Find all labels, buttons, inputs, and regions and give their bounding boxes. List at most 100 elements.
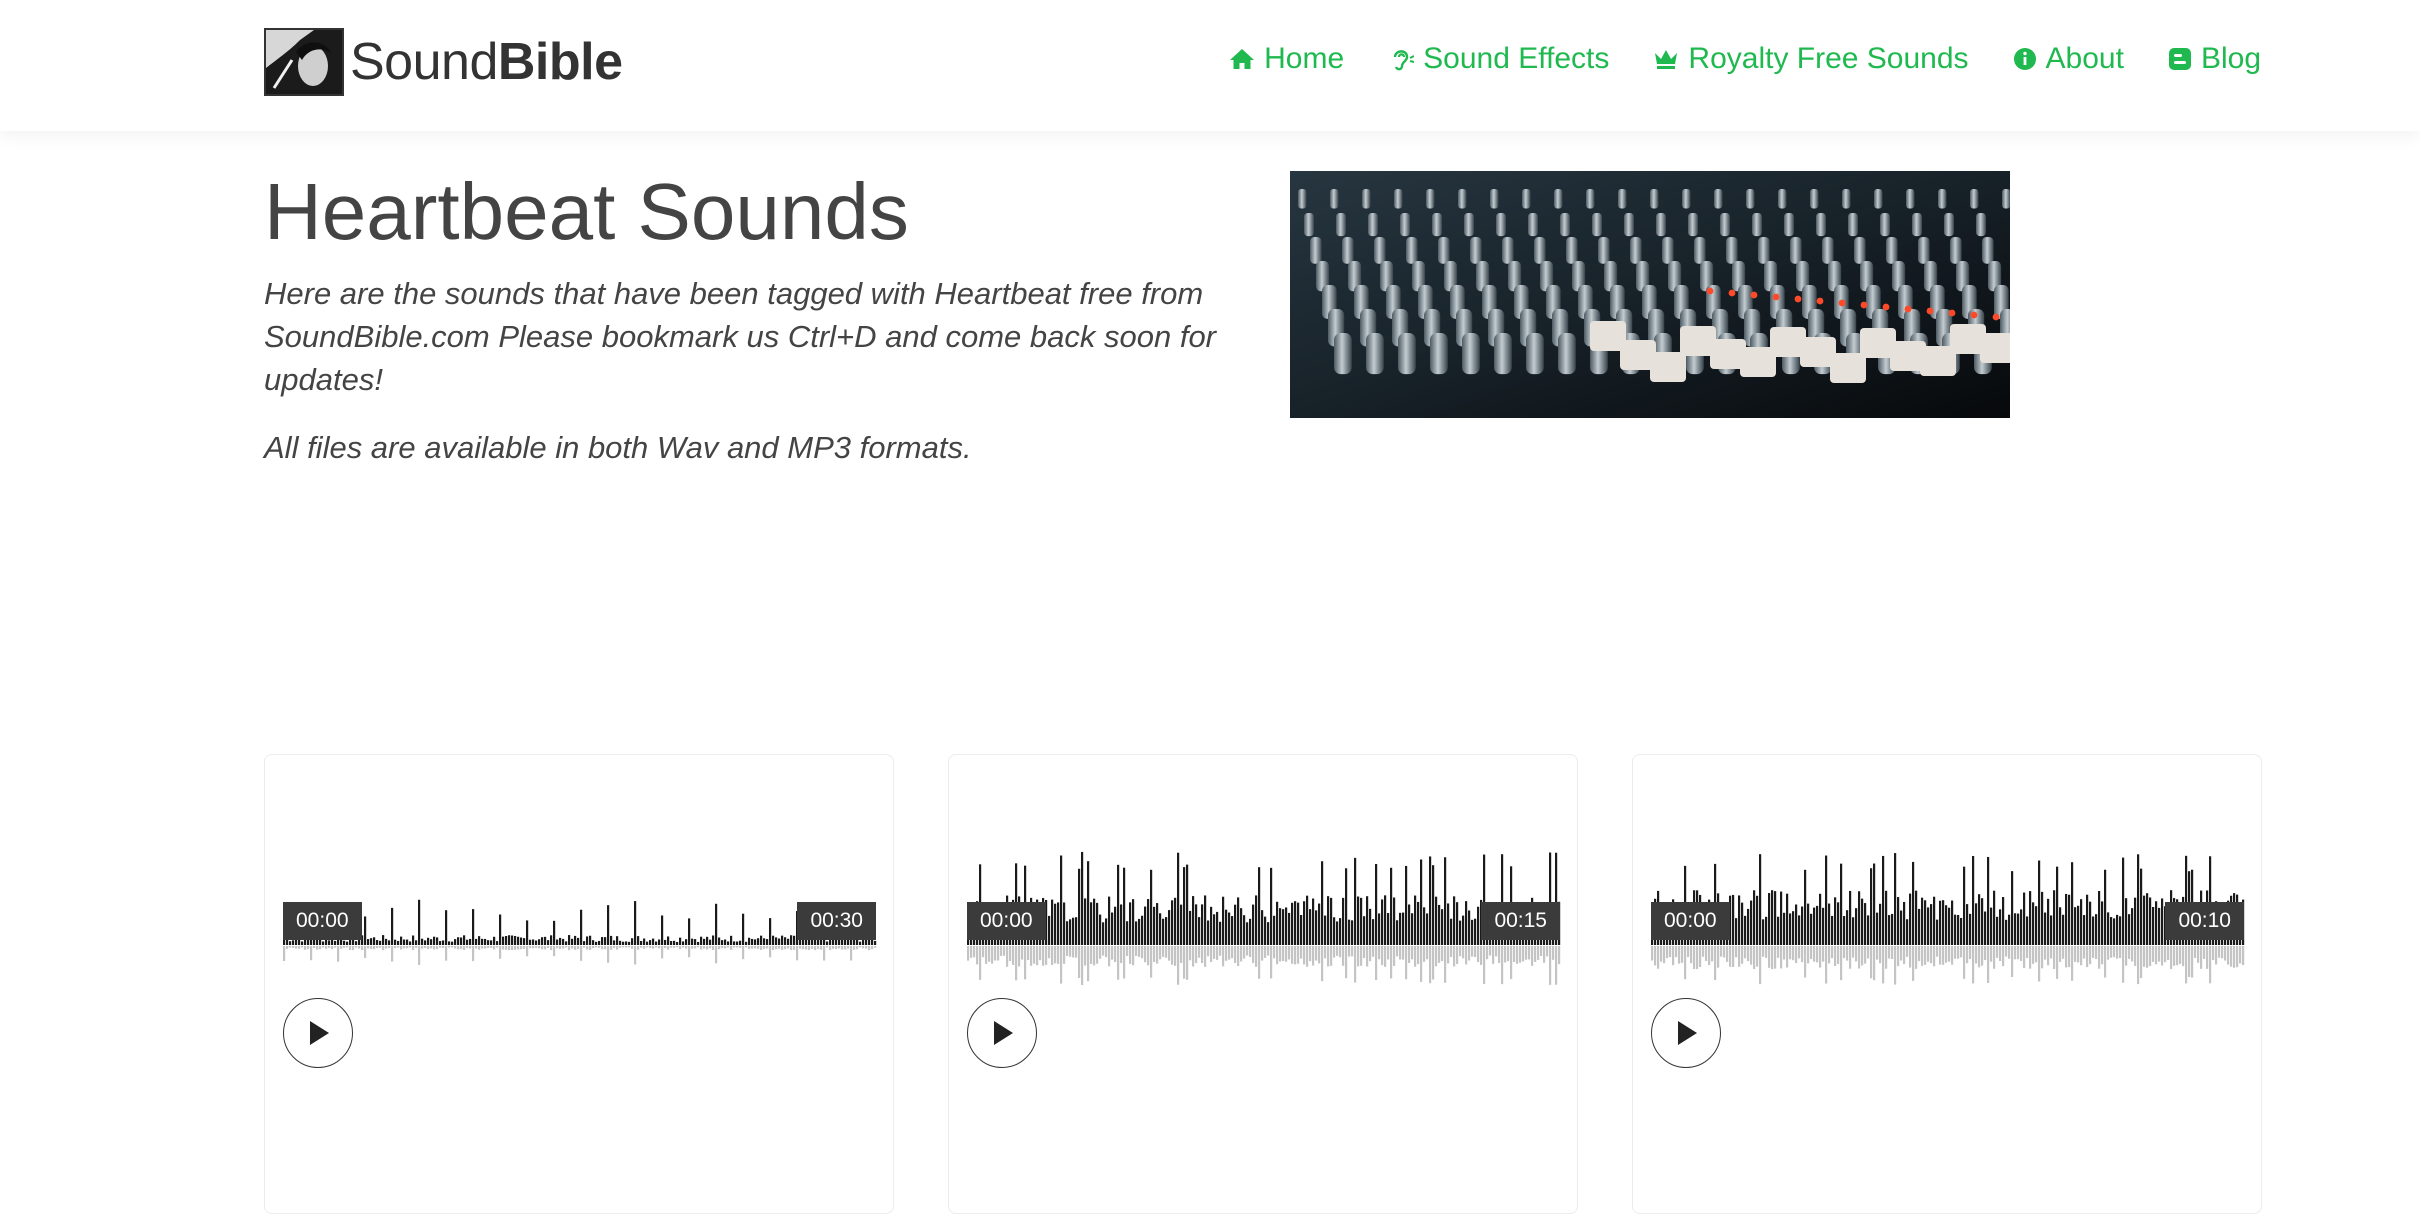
waveform-bar [2089, 901, 2092, 945]
waveform-reflection-bar [1075, 946, 1078, 958]
nav-blog[interactable]: Blog [2168, 42, 2261, 76]
play-button[interactable] [1651, 998, 1721, 1068]
nav-about[interactable]: About [2013, 42, 2124, 76]
waveform-reflection-bar [997, 946, 1000, 961]
waveform-reflection-bar [1009, 946, 1012, 961]
waveform-reflection-bar [1966, 946, 1969, 964]
waveform-bar [1141, 915, 1144, 945]
waveform-bar [613, 940, 616, 945]
nav-sound-effects[interactable]: Sound Effects [1388, 42, 1609, 76]
waveform-reflection-bar [529, 946, 532, 949]
waveform-reflection-bar [316, 946, 319, 950]
mixer-led [1728, 289, 1736, 297]
waveform-reflection-bar [751, 946, 754, 949]
waveform-bar [541, 937, 544, 945]
waveform-reflection-bar [1519, 946, 1522, 963]
mixer-fader [1980, 333, 2010, 363]
waveform-bar [433, 936, 436, 945]
waveform-reflection-bar [1885, 946, 1888, 969]
waveform-bar [691, 938, 694, 945]
waveform-reflection-bar [868, 946, 871, 951]
waveform[interactable] [1651, 825, 2245, 985]
waveform-bar [1855, 908, 1858, 945]
waveform-reflection-bar [1525, 946, 1528, 960]
play-button[interactable] [967, 998, 1037, 1068]
waveform-reflection-bar [2056, 946, 2059, 979]
mixer-knob [1310, 237, 1322, 264]
waveform-reflection-bar [1066, 946, 1069, 956]
waveform-reflection-bar [1987, 946, 1990, 983]
waveform-bar [1849, 890, 1852, 945]
waveform-bar [766, 939, 769, 945]
waveform-bar [1132, 899, 1135, 945]
waveform-bar [328, 940, 331, 945]
waveform-bar [1771, 890, 1774, 945]
waveform-reflection-bar [592, 946, 595, 949]
waveform-reflection-bar [340, 946, 343, 949]
waveform-bar [2008, 914, 2011, 945]
waveform-bar [607, 905, 610, 945]
waveform-reflection-bar [1699, 946, 1702, 968]
waveform-reflection-bar [1300, 946, 1303, 959]
waveform-reflection-bar [613, 946, 616, 948]
waveform-bar [1309, 909, 1312, 945]
waveform-bar [1225, 909, 1228, 945]
waveform-reflection-bar [1801, 946, 1804, 963]
waveform-reflection-bar [1387, 946, 1390, 960]
waveform-reflection-bar [1507, 946, 1510, 962]
waveform-reflection-bar [1288, 946, 1291, 960]
waveform-reflection-bar [1264, 946, 1267, 958]
mixer-led [1926, 307, 1934, 315]
waveform-reflection-bar [1345, 946, 1348, 979]
waveform-reflection-bar [1813, 946, 1816, 962]
waveform-bar [469, 938, 472, 945]
waveform-bar [1348, 919, 1351, 945]
waveform-reflection-bar [1039, 946, 1042, 961]
waveform-reflection-bar [562, 946, 565, 949]
waveform-bar [2113, 918, 2116, 945]
waveform-reflection-bar [1450, 946, 1453, 958]
waveform-reflection-bar [568, 946, 571, 951]
nav-royalty-free-sounds[interactable]: Royalty Free Sounds [1653, 42, 1969, 76]
brand-logo-link[interactable]: SoundBible [264, 27, 623, 97]
waveform-reflection-bar [454, 946, 457, 949]
waveform-bar [610, 935, 613, 945]
waveform-bar [1093, 898, 1096, 945]
waveform-reflection-bar [1417, 946, 1420, 965]
waveform-reflection-bar [1105, 946, 1108, 958]
waveform-reflection-bar [1549, 946, 1552, 985]
waveform-reflection-bar [1912, 946, 1915, 981]
waveform-reflection-bar [1207, 946, 1210, 957]
waveform-reflection-bar [2071, 946, 2074, 981]
waveform-bar [1930, 904, 1933, 945]
waveform-reflection-bar [1852, 946, 1855, 958]
waveform-reflection-bar [1792, 946, 1795, 961]
waveform-reflection-bar [1687, 946, 1690, 958]
waveform-reflection-bar [802, 946, 805, 950]
waveform-bar [1261, 910, 1264, 945]
waveform-bar [2002, 897, 2005, 945]
waveform-reflection-bar [739, 946, 742, 948]
mixer-knob [1714, 189, 1723, 209]
waveform-reflection-bar [769, 946, 772, 958]
waveform[interactable] [967, 825, 1561, 985]
waveform-reflection-bar [1318, 946, 1321, 964]
waveform-reflection-bar [1129, 946, 1132, 964]
waveform-reflection-bar [580, 946, 583, 961]
waveform-bar [574, 935, 577, 945]
waveform-reflection-bar [2242, 946, 2245, 966]
waveform-reflection-bar [2233, 946, 2236, 968]
waveform-reflection-bar [1486, 946, 1489, 960]
waveform-reflection-bar [2011, 946, 2014, 978]
waveform-reflection-bar [283, 946, 286, 962]
waveform-bar [1354, 857, 1357, 945]
waveform-bar [1435, 896, 1438, 945]
waveform-reflection-bar [1018, 946, 1021, 967]
waveform-reflection-bar [748, 946, 751, 950]
waveform-bar [1078, 868, 1081, 945]
waveform[interactable] [283, 825, 877, 985]
waveform-bar [2140, 868, 2143, 945]
waveform-reflection-bar [394, 946, 397, 949]
play-button[interactable] [283, 998, 353, 1068]
nav-home[interactable]: Home [1229, 42, 1344, 76]
